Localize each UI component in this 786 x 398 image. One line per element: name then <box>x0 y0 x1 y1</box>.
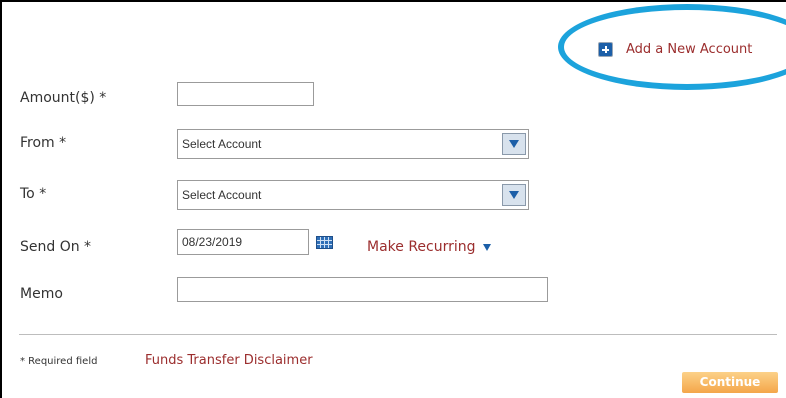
memo-label: Memo <box>20 286 63 302</box>
send-on-label: Send On * <box>20 239 92 255</box>
from-select[interactable]: Select Account <box>177 129 529 159</box>
make-recurring-label: Make Recurring <box>367 239 476 255</box>
frame-top-border <box>0 0 786 2</box>
amount-label: Amount($) * <box>20 90 107 106</box>
calendar-icon[interactable] <box>316 236 333 249</box>
section-divider <box>19 334 777 335</box>
continue-button[interactable]: Continue <box>682 372 778 393</box>
frame-left-border <box>0 0 2 398</box>
required-field-note: * Required field <box>20 356 98 367</box>
caret-down-icon <box>482 243 491 251</box>
send-on-date-value: 08/23/2019 <box>182 235 243 249</box>
amount-input[interactable] <box>177 82 314 106</box>
to-label: To * <box>20 186 47 202</box>
from-label: From * <box>20 135 67 151</box>
dropdown-arrow-icon[interactable] <box>502 184 526 206</box>
dropdown-arrow-icon[interactable] <box>502 133 526 155</box>
to-selected-value: Select Account <box>182 188 262 202</box>
funds-transfer-disclaimer-link[interactable]: Funds Transfer Disclaimer <box>145 353 313 368</box>
memo-input[interactable] <box>177 277 548 302</box>
send-on-date-input[interactable]: 08/23/2019 <box>177 229 309 255</box>
to-select[interactable]: Select Account <box>177 180 529 210</box>
from-selected-value: Select Account <box>182 137 262 151</box>
highlight-circle-annotation <box>558 4 786 90</box>
make-recurring-link[interactable]: Make Recurring <box>367 239 491 255</box>
